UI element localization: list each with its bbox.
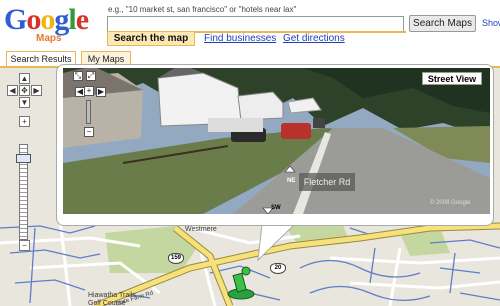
show-link[interactable]: Show — [482, 18, 500, 28]
sv-zoom-in-icon[interactable]: + — [84, 86, 94, 96]
sv-zoom-track[interactable] — [86, 100, 91, 124]
search-hint: e.g., "10 market st, san francisco" or "… — [108, 5, 297, 14]
pan-down-icon[interactable]: ▼ — [19, 97, 30, 108]
tab-find-businesses[interactable]: Find businesses — [204, 33, 276, 44]
map-label-westmere: Westmere — [185, 226, 217, 233]
center-icon[interactable]: ✥ — [19, 85, 30, 96]
sv-zoom-out-icon[interactable]: − — [84, 127, 94, 137]
street-view-label: Street View — [422, 72, 482, 85]
logo-subtitle: Maps — [36, 33, 62, 44]
sv-pan-right-icon[interactable]: ▶ — [96, 87, 106, 97]
tab-get-directions[interactable]: Get directions — [283, 33, 345, 44]
logo-letter-o2: o — [40, 3, 55, 36]
direction-ne[interactable]: NE — [287, 178, 295, 184]
search-maps-button[interactable]: Search Maps — [409, 15, 476, 32]
logo-letter-g: G — [4, 3, 27, 36]
direction-sw[interactable]: SW — [271, 205, 281, 211]
highway-shield-20: 20 — [270, 263, 286, 274]
sv-restore-icon[interactable]: ⤢ — [86, 71, 96, 81]
highway-shield-159: 159 — [168, 253, 184, 264]
pegman-icon — [227, 266, 255, 300]
zoom-out-icon[interactable]: − — [19, 240, 30, 251]
google-logo[interactable]: Google — [4, 3, 89, 36]
pan-up-icon[interactable]: ▲ — [19, 73, 30, 84]
street-view-panorama[interactable] — [63, 68, 490, 214]
street-name-tag[interactable]: Fletcher Rd — [299, 173, 355, 191]
search-input[interactable] — [107, 16, 404, 32]
pan-left-icon[interactable]: ◀ — [7, 85, 18, 96]
pan-right-icon[interactable]: ▶ — [31, 85, 42, 96]
sv-expand-icon[interactable]: ⤡ — [73, 71, 83, 81]
logo-letter-g2: g — [54, 3, 69, 36]
logo-letter-l: l — [68, 3, 76, 36]
zoom-slider-thumb[interactable] — [16, 154, 31, 163]
copyright: © 2008 Google — [430, 200, 471, 206]
logo-letter-e: e — [75, 3, 89, 36]
tab-search-the-map[interactable]: Search the map — [107, 32, 195, 46]
zoom-in-icon[interactable]: + — [19, 116, 30, 127]
logo-letter-o1: o — [26, 3, 41, 36]
search-mode-tabs: Search the map Find businesses Get direc… — [107, 32, 407, 46]
